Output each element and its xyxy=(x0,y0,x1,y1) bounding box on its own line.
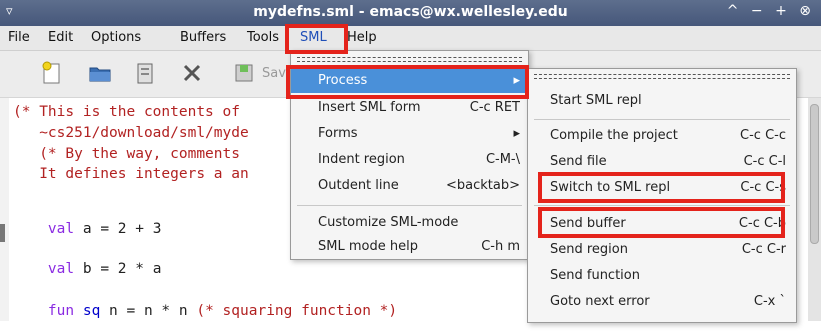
code-line-7: fun sq n = n * n (* squaring function *) xyxy=(13,287,397,335)
process-item-send-function[interactable]: Send function xyxy=(528,264,796,288)
title-bar: ▿ mydefns.sml - emacs@wx.wellesley.edu ^… xyxy=(0,0,821,26)
menu-item-shortcut: C-c C-r xyxy=(741,242,786,257)
code-text: a = 2 + 3 xyxy=(74,221,162,237)
menu-item-label: Send region xyxy=(550,242,628,257)
function-name: sq xyxy=(74,303,101,319)
save-icon[interactable] xyxy=(232,61,256,85)
menu-options[interactable]: Options xyxy=(91,30,141,45)
menu-item-label: Outdent line xyxy=(318,178,399,193)
menu-item-label: Customize SML-mode xyxy=(318,215,459,230)
menu-item-shortcut: C-c C-c xyxy=(740,128,786,143)
sml-menu-item-customize[interactable]: Customize SML-mode xyxy=(291,211,528,235)
code-line-1: (* This is the contents of xyxy=(13,104,240,120)
menu-tearoff[interactable] xyxy=(534,78,790,79)
annotation-box-send-buffer xyxy=(538,207,785,238)
menu-edit[interactable]: Edit xyxy=(48,30,73,45)
window-title: mydefns.sml - emacs@wx.wellesley.edu xyxy=(253,4,568,20)
annotation-box-switch-repl xyxy=(538,172,785,203)
process-item-next-error[interactable]: Goto next error C-x ` xyxy=(528,290,796,314)
menu-item-label: SML mode help xyxy=(318,239,418,254)
menu-tearoff[interactable] xyxy=(534,74,790,75)
sml-menu-item-outdent-line[interactable]: Outdent line <backtab> xyxy=(291,174,528,198)
submenu-arrow-icon: ▸ xyxy=(513,126,520,141)
menu-item-shortcut: C-x ` xyxy=(753,294,786,309)
annotation-box-process xyxy=(286,65,529,99)
cut-icon[interactable] xyxy=(180,61,204,85)
sml-menu-item-indent-region[interactable]: Indent region C-M-\ xyxy=(291,148,528,172)
menu-item-shortcut: C-c RET xyxy=(469,100,520,115)
menu-item-label: Insert SML form xyxy=(318,100,421,115)
menu-item-label: Compile the project xyxy=(550,128,678,143)
process-item-compile[interactable]: Compile the project C-c C-c xyxy=(528,124,796,148)
code-text: b = 2 * a xyxy=(74,261,162,277)
menu-bar: File Edit Options Buffers Tools SML Help xyxy=(0,26,821,51)
menu-item-shortcut: C-c C-l xyxy=(743,154,786,169)
keyword: val xyxy=(47,221,75,237)
close-buffer-icon[interactable] xyxy=(133,61,157,85)
open-folder-icon[interactable] xyxy=(88,61,112,85)
code-line-6: val b = 2 * a xyxy=(13,245,162,293)
process-item-send-file[interactable]: Send file C-c C-l xyxy=(528,150,796,174)
menu-item-label: Goto next error xyxy=(550,294,650,309)
new-file-icon[interactable] xyxy=(40,61,64,85)
menu-separator xyxy=(534,205,790,206)
code-text: n = n * n xyxy=(100,303,197,319)
code-line-3: (* By the way, comments xyxy=(13,146,240,162)
fringe-marker xyxy=(0,224,5,242)
menu-tearoff[interactable] xyxy=(297,57,522,58)
menu-item-label: Send file xyxy=(550,154,607,169)
menu-item-shortcut: C-M-\ xyxy=(485,152,520,167)
menu-help[interactable]: Help xyxy=(347,30,377,45)
window-controls[interactable]: ^ − + ⊗ xyxy=(727,3,815,19)
menu-item-label: Send function xyxy=(550,268,640,283)
menu-file[interactable]: File xyxy=(8,30,30,45)
annotation-box-sml-menu xyxy=(285,24,348,54)
sml-menu-item-insert-form[interactable]: Insert SML form C-c RET xyxy=(291,96,528,120)
left-fringe xyxy=(0,98,9,321)
menu-item-label: Forms xyxy=(318,126,358,141)
sml-menu-item-forms[interactable]: Forms ▸ xyxy=(291,122,528,146)
menu-buffers[interactable]: Buffers xyxy=(180,30,226,45)
menu-tearoff[interactable] xyxy=(297,61,522,62)
vertical-scrollbar[interactable] xyxy=(808,98,821,321)
scrollbar-thumb[interactable] xyxy=(810,104,819,244)
keyword: val xyxy=(47,261,75,277)
process-item-send-region[interactable]: Send region C-c C-r xyxy=(528,238,796,262)
code-line-2: ~cs251/download/sml/myde xyxy=(13,125,249,141)
code-line-4: It defines integers a an xyxy=(13,166,249,182)
menu-separator xyxy=(297,205,522,206)
menu-tools[interactable]: Tools xyxy=(247,30,279,45)
menu-item-shortcut: C-h m xyxy=(481,239,520,254)
menu-item-shortcut: <backtab> xyxy=(446,178,520,193)
menu-item-label: Indent region xyxy=(318,152,405,167)
process-item-start-repl[interactable]: Start SML repl xyxy=(528,89,796,113)
code-comment: (* squaring function *) xyxy=(196,303,398,319)
menu-item-label: Start SML repl xyxy=(550,93,642,108)
sml-menu-item-help[interactable]: SML mode help C-h m xyxy=(291,235,528,259)
keyword: fun xyxy=(47,303,75,319)
menu-separator xyxy=(534,119,790,120)
